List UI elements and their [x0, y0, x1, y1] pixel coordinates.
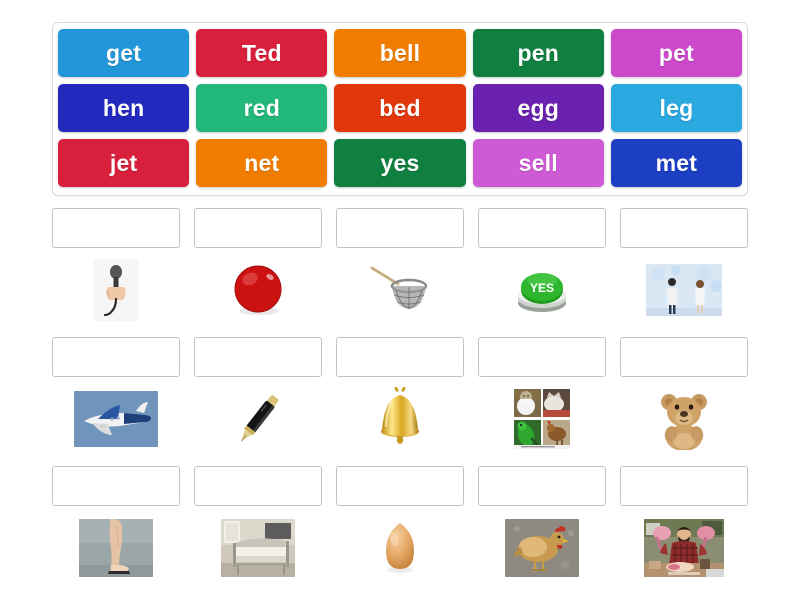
- drop-box-1-2[interactable]: [194, 208, 322, 248]
- word-tile-sell[interactable]: sell: [472, 139, 604, 187]
- word-tile-net[interactable]: net: [196, 139, 328, 187]
- word-bank-panel: get Ted bell pen pet hen red bed egg leg…: [52, 22, 748, 196]
- word-tile-ted[interactable]: Ted: [196, 29, 328, 77]
- drop-box-2-4[interactable]: [478, 337, 606, 377]
- answer-row-2: [52, 337, 748, 455]
- jet-airplane-icon: [74, 391, 158, 447]
- drop-box-3-3[interactable]: [336, 466, 464, 506]
- picture-1-5: [620, 254, 748, 326]
- picture-2-2: [194, 383, 322, 455]
- word-tile-egg[interactable]: egg: [472, 84, 604, 132]
- drop-box-3-5[interactable]: [620, 466, 748, 506]
- word-tile-jet[interactable]: jet: [58, 139, 190, 187]
- picture-3-4: [478, 512, 606, 584]
- word-tile-get[interactable]: get: [58, 29, 190, 77]
- drop-box-1-5[interactable]: [620, 208, 748, 248]
- picture-2-3: [336, 383, 464, 455]
- drop-box-2-5[interactable]: [620, 337, 748, 377]
- fountain-pen-icon: [240, 395, 279, 442]
- human-leg-icon: [79, 519, 153, 577]
- hand-holding-microphone-icon: [94, 259, 138, 321]
- picture-3-5: [620, 512, 748, 584]
- answer-grid: YES: [52, 208, 748, 595]
- answer-cell-1-5: [620, 208, 748, 326]
- answer-cell-3-1: [52, 466, 180, 584]
- picture-2-1: [52, 383, 180, 455]
- answer-cell-2-2: [194, 337, 322, 455]
- answer-cell-1-1: [52, 208, 180, 326]
- teddy-bear-icon: [661, 394, 707, 450]
- picture-1-2: [194, 254, 322, 326]
- word-tile-pet[interactable]: pet: [610, 29, 743, 77]
- butcher-selling-meat-icon: [644, 519, 724, 577]
- drop-box-1-4[interactable]: [478, 208, 606, 248]
- answer-cell-2-1: [52, 337, 180, 455]
- answer-cell-1-2: [194, 208, 322, 326]
- drop-box-3-1[interactable]: [52, 466, 180, 506]
- fishing-net-icon: [370, 266, 428, 309]
- word-bank-row-3: jet net yes sell met: [58, 139, 743, 187]
- answer-cell-2-3: [336, 337, 464, 455]
- picture-1-3: [336, 254, 464, 326]
- hen-chicken-icon: [505, 519, 579, 577]
- word-tile-leg[interactable]: leg: [610, 84, 743, 132]
- answer-cell-2-5: [620, 337, 748, 455]
- picture-3-3: [336, 512, 464, 584]
- drop-box-1-3[interactable]: [336, 208, 464, 248]
- drop-box-3-2[interactable]: [194, 466, 322, 506]
- bed-icon: [221, 519, 295, 577]
- word-tile-pen[interactable]: pen: [472, 29, 604, 77]
- drop-box-2-2[interactable]: [194, 337, 322, 377]
- picture-2-4: [478, 383, 606, 455]
- green-yes-button-icon: YES: [518, 273, 566, 312]
- word-tile-red[interactable]: red: [196, 84, 328, 132]
- pets-collage-icon: [513, 388, 571, 450]
- word-bank-row-1: get Ted bell pen pet: [58, 29, 743, 77]
- picture-2-5: [620, 383, 748, 455]
- red-ball-icon: [234, 265, 282, 315]
- activity-page: get Ted bell pen pet hen red bed egg leg…: [0, 0, 800, 600]
- drop-box-1-1[interactable]: [52, 208, 180, 248]
- picture-1-4: YES: [478, 254, 606, 326]
- gold-bell-icon: [381, 387, 419, 444]
- drop-box-2-3[interactable]: [336, 337, 464, 377]
- answer-cell-2-4: [478, 337, 606, 455]
- answer-row-3: [52, 466, 748, 584]
- drop-box-3-4[interactable]: [478, 466, 606, 506]
- word-tile-yes[interactable]: yes: [334, 139, 466, 187]
- answer-cell-3-2: [194, 466, 322, 584]
- answer-cell-3-4: [478, 466, 606, 584]
- word-bank-row-2: hen red bed egg leg: [58, 84, 743, 132]
- egg-icon: [386, 523, 414, 573]
- picture-3-2: [194, 512, 322, 584]
- word-tile-bell[interactable]: bell: [334, 29, 466, 77]
- picture-3-1: [52, 512, 180, 584]
- word-tile-bed[interactable]: bed: [334, 84, 466, 132]
- answer-row-1: YES: [52, 208, 748, 326]
- answer-cell-3-5: [620, 466, 748, 584]
- word-tile-hen[interactable]: hen: [58, 84, 190, 132]
- two-people-meeting-icon: [646, 264, 722, 316]
- answer-cell-1-4: YES: [478, 208, 606, 326]
- picture-1-1: [52, 254, 180, 326]
- answer-cell-3-3: [336, 466, 464, 584]
- word-tile-met[interactable]: met: [610, 139, 743, 187]
- drop-box-2-1[interactable]: [52, 337, 180, 377]
- answer-cell-1-3: [336, 208, 464, 326]
- svg-text:YES: YES: [530, 281, 554, 295]
